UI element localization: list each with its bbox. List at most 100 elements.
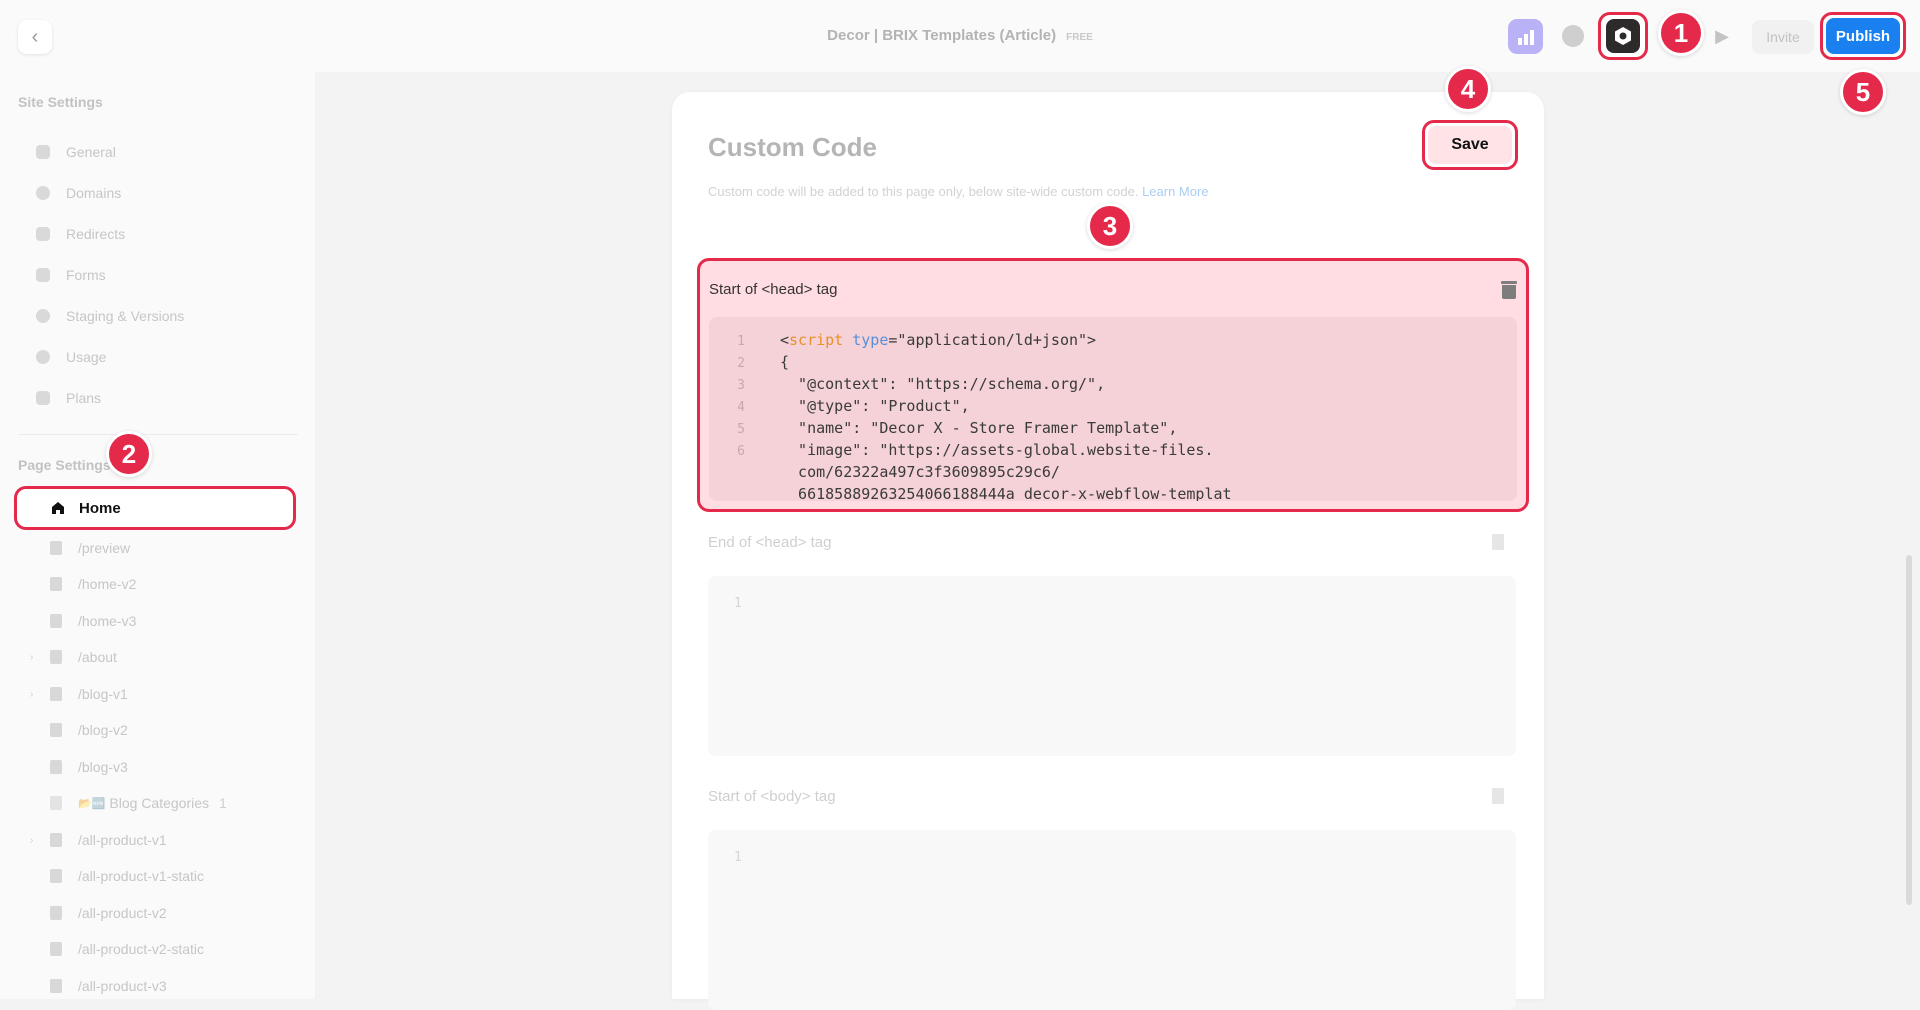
page-item-preview[interactable]: /preview bbox=[50, 537, 130, 559]
line-number: 1 bbox=[737, 334, 745, 349]
line-number: 6 bbox=[737, 444, 745, 459]
step-marker: 2 bbox=[106, 431, 152, 477]
head-end-code-section: End of <head> tag 1 bbox=[708, 534, 1516, 756]
code-text: "@context": "https://schema.org/", bbox=[780, 375, 1106, 393]
code-token-attr: type bbox=[852, 331, 889, 349]
file-icon bbox=[50, 723, 62, 737]
code-line: 4 "@type": "Product", bbox=[709, 397, 969, 419]
back-button[interactable]: ‹ bbox=[18, 20, 52, 54]
page-item-blog-v3[interactable]: /blog-v3 bbox=[50, 756, 128, 778]
page-item-count: 1 bbox=[219, 795, 227, 811]
code-line: 6 "image": "https://assets-global.websit… bbox=[709, 441, 1213, 463]
sidebar-item-label: Usage bbox=[66, 349, 107, 365]
page-settings-heading: Page Settings bbox=[18, 457, 111, 473]
step-marker: 4 bbox=[1445, 66, 1491, 112]
file-icon bbox=[50, 760, 62, 774]
general-icon bbox=[36, 145, 50, 159]
domains-icon bbox=[36, 186, 50, 200]
sidebar-item-staging[interactable]: Staging & Versions bbox=[36, 304, 184, 328]
analytics-icon bbox=[1517, 29, 1534, 45]
publish-button[interactable]: Publish bbox=[1826, 18, 1900, 54]
publish-highlight: Publish bbox=[1820, 12, 1906, 60]
settings-icon bbox=[1615, 27, 1631, 45]
redirects-icon bbox=[36, 227, 50, 241]
sidebar-item-redirects[interactable]: Redirects bbox=[36, 222, 125, 246]
code-text: "name": "Decor X - Store Framer Template… bbox=[780, 419, 1178, 437]
sidebar-item-forms[interactable]: Forms bbox=[36, 263, 106, 287]
sidebar-item-domains[interactable]: Domains bbox=[36, 181, 121, 205]
code-line: 2{ bbox=[709, 353, 789, 375]
code-token-tag: script bbox=[789, 331, 844, 349]
sidebar-item-label: Plans bbox=[66, 390, 102, 406]
invite-button[interactable]: Invite bbox=[1752, 20, 1814, 54]
page-item-label: /about bbox=[78, 649, 117, 665]
save-button[interactable]: Save bbox=[1428, 126, 1512, 164]
section-label: End of <head> tag bbox=[708, 534, 832, 551]
analytics-button[interactable] bbox=[1508, 19, 1543, 54]
step-marker: 1 bbox=[1658, 10, 1704, 56]
page-item-blog-v1[interactable]: › /blog-v1 bbox=[30, 683, 128, 705]
expand-arrow-icon[interactable]: › bbox=[30, 835, 33, 846]
subtitle-text: Custom code will be added to this page o… bbox=[708, 184, 1139, 199]
page-item-emoji: 📂🆕 bbox=[78, 797, 106, 810]
page-item-all-product-v2-static[interactable]: /all-product-v2-static bbox=[50, 938, 204, 960]
page-item-home[interactable]: Home bbox=[14, 486, 296, 530]
code-text: com/62322a497c3f3609895c29c6/ bbox=[780, 463, 1060, 481]
code-line: com/62322a497c3f3609895c29c6/ bbox=[709, 463, 1060, 485]
site-settings-button[interactable] bbox=[1598, 12, 1648, 60]
page-title: Custom Code bbox=[708, 132, 877, 162]
page-item-label: Home bbox=[79, 499, 121, 517]
sidebar-item-general[interactable]: General bbox=[36, 140, 116, 164]
trash-icon[interactable] bbox=[1492, 788, 1504, 804]
code-text: 66185889263254066188444a_decor-x-webflow… bbox=[780, 485, 1232, 501]
top-toolbar: ‹ Decor | BRIX Templates (Article) FREE ▶… bbox=[0, 0, 1920, 72]
globe-button[interactable] bbox=[1562, 25, 1584, 47]
head-start-code-editor[interactable]: 1 <script type="application/ld+json"> 2{ … bbox=[709, 317, 1517, 501]
file-icon bbox=[50, 833, 62, 847]
line-number: 2 bbox=[737, 356, 745, 371]
site-settings-heading: Site Settings bbox=[18, 94, 103, 110]
page-item-label: /blog-v1 bbox=[78, 686, 128, 702]
head-start-code-section: Start of <head> tag 1 <script type="appli… bbox=[697, 258, 1529, 512]
collection-icon bbox=[50, 796, 62, 810]
trash-icon[interactable] bbox=[1501, 281, 1517, 299]
expand-arrow-icon[interactable]: › bbox=[30, 689, 33, 700]
page-item-about[interactable]: › /about bbox=[30, 646, 117, 668]
page-item-all-product-v1-static[interactable]: /all-product-v1-static bbox=[50, 865, 204, 887]
line-number: 5 bbox=[737, 422, 745, 437]
sidebar-item-usage[interactable]: Usage bbox=[36, 345, 106, 369]
page-item-home-v3[interactable]: /home-v3 bbox=[50, 610, 136, 632]
page-item-label: /blog-v3 bbox=[78, 759, 128, 775]
page-item-blog-v2[interactable]: /blog-v2 bbox=[50, 719, 128, 741]
project-name: Decor | BRIX Templates (Article) bbox=[827, 27, 1057, 44]
trash-icon[interactable] bbox=[1492, 534, 1504, 550]
learn-more-link[interactable]: Learn More bbox=[1142, 184, 1208, 199]
preview-play-button[interactable]: ▶ bbox=[1712, 25, 1732, 47]
sidebar-divider bbox=[18, 434, 298, 435]
panel-subtitle: Custom code will be added to this page o… bbox=[708, 184, 1209, 199]
page-item-label: /blog-v2 bbox=[78, 722, 128, 738]
page-item-all-product-v3[interactable]: /all-product-v3 bbox=[50, 975, 167, 997]
file-icon bbox=[50, 541, 62, 555]
page-item-all-product-v2[interactable]: /all-product-v2 bbox=[50, 902, 167, 924]
line-number: 1 bbox=[734, 850, 742, 865]
page-item-label: /all-product-v2 bbox=[78, 905, 167, 921]
page-item-blog-categories[interactable]: 📂🆕 Blog Categories 1 bbox=[50, 792, 227, 814]
section-label: Start of <body> tag bbox=[708, 788, 836, 805]
sidebar-item-label: Domains bbox=[66, 185, 122, 201]
scrollbar[interactable] bbox=[1906, 555, 1912, 905]
code-line: 3 "@context": "https://schema.org/", bbox=[709, 375, 1105, 397]
body-start-code-editor[interactable]: 1 bbox=[708, 830, 1516, 1010]
expand-arrow-icon[interactable]: › bbox=[30, 652, 33, 663]
page-item-home-v2[interactable]: /home-v2 bbox=[50, 573, 136, 595]
step-marker: 3 bbox=[1087, 203, 1133, 249]
line-number: 4 bbox=[737, 400, 745, 415]
sidebar-item-plans[interactable]: Plans bbox=[36, 386, 101, 410]
code-text: "image": "https://assets-global.website-… bbox=[780, 441, 1214, 459]
step-marker: 5 bbox=[1840, 69, 1886, 115]
file-icon bbox=[50, 614, 62, 628]
head-end-code-editor[interactable]: 1 bbox=[708, 576, 1516, 756]
page-item-label: Blog Categories bbox=[109, 795, 210, 811]
page-item-all-product-v1[interactable]: › /all-product-v1 bbox=[30, 829, 167, 851]
